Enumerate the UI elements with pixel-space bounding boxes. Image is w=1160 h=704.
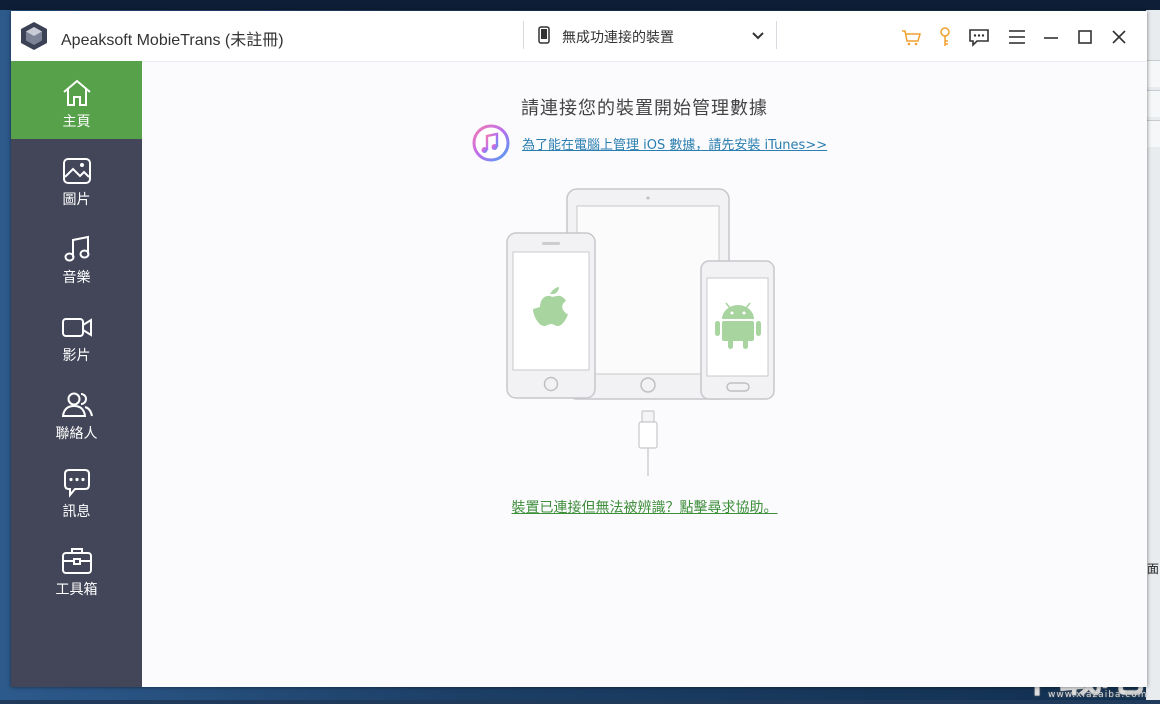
home-icon [63, 79, 91, 106]
usb-cable-illustration [638, 410, 658, 476]
message-icon [64, 469, 90, 498]
sidebar-item-messages[interactable]: 訊息 [11, 451, 142, 529]
app-title: Apeaksoft MobieTrans (未註冊) [61, 32, 284, 49]
sidebar-item-label: 主頁 [62, 114, 91, 130]
phone-icon [538, 26, 550, 44]
connect-device-headline: 請連接您的裝置開始管理數據 [521, 98, 768, 119]
background-window-label: 面 [1147, 562, 1160, 576]
main-content: 請連接您的裝置開始管理數據 為了能在電腦上管理 iOS 數據，請先安裝 iTun… [142, 61, 1147, 687]
sidebar-item-label: 影片 [62, 348, 91, 364]
sidebar-item-contacts[interactable]: 聯絡人 [11, 373, 142, 451]
chevron-down-icon [752, 32, 764, 40]
sidebar-item-photos[interactable]: 圖片 [11, 139, 142, 217]
key-icon[interactable] [933, 25, 957, 49]
itunes-icon [472, 124, 510, 162]
title-bar: Apeaksoft MobieTrans (未註冊) 無成功連接的裝置 [11, 11, 1147, 62]
cart-icon[interactable] [899, 25, 923, 49]
sidebar-item-label: 訊息 [62, 504, 91, 520]
devices-illustration [506, 188, 775, 476]
minimize-icon[interactable] [1039, 25, 1063, 49]
sidebar-item-label: 音樂 [62, 270, 91, 286]
music-icon [64, 235, 90, 262]
sidebar-item-toolbox[interactable]: 工具箱 [11, 529, 142, 607]
image-icon [63, 158, 91, 184]
sidebar-item-music[interactable]: 音樂 [11, 217, 142, 295]
contacts-icon [61, 392, 93, 417]
android-phone-illustration [700, 260, 775, 400]
install-itunes-link[interactable]: 為了能在電腦上管理 iOS 數據，請先安裝 iTunes>> [522, 134, 827, 153]
close-icon[interactable] [1107, 25, 1131, 49]
desktop-taskbar-strip [0, 0, 1160, 10]
sidebar-item-label: 圖片 [62, 192, 91, 208]
device-selector-value: 無成功連接的裝置 [562, 30, 674, 46]
iphone-illustration [506, 232, 596, 399]
sidebar: 主頁 圖片 音樂 影片 聯絡人 訊息 工具箱 [11, 61, 142, 687]
app-window: Apeaksoft MobieTrans (未註冊) 無成功連接的裝置 主頁 圖… [11, 11, 1147, 687]
sidebar-item-videos[interactable]: 影片 [11, 295, 142, 373]
sidebar-item-home[interactable]: 主頁 [11, 61, 142, 139]
sidebar-item-label: 工具箱 [55, 582, 98, 598]
watermark-url: www.xiazaiba.com [1048, 690, 1148, 700]
feedback-icon[interactable] [967, 25, 991, 49]
app-logo-icon [21, 22, 47, 50]
device-selector-dropdown[interactable]: 無成功連接的裝置 [523, 21, 777, 49]
help-link-row: 裝置已連接但無法被辨識？點擊尋求協助。 [142, 497, 1147, 517]
maximize-icon[interactable] [1073, 25, 1097, 49]
toolbox-icon [62, 548, 92, 574]
video-icon [62, 318, 92, 337]
background-window-edge: 面 [1146, 10, 1160, 700]
sidebar-item-label: 聯絡人 [55, 426, 98, 442]
device-not-recognized-help-link[interactable]: 裝置已連接但無法被辨識？點擊尋求協助。 [512, 500, 778, 516]
menu-icon[interactable] [1005, 25, 1029, 49]
